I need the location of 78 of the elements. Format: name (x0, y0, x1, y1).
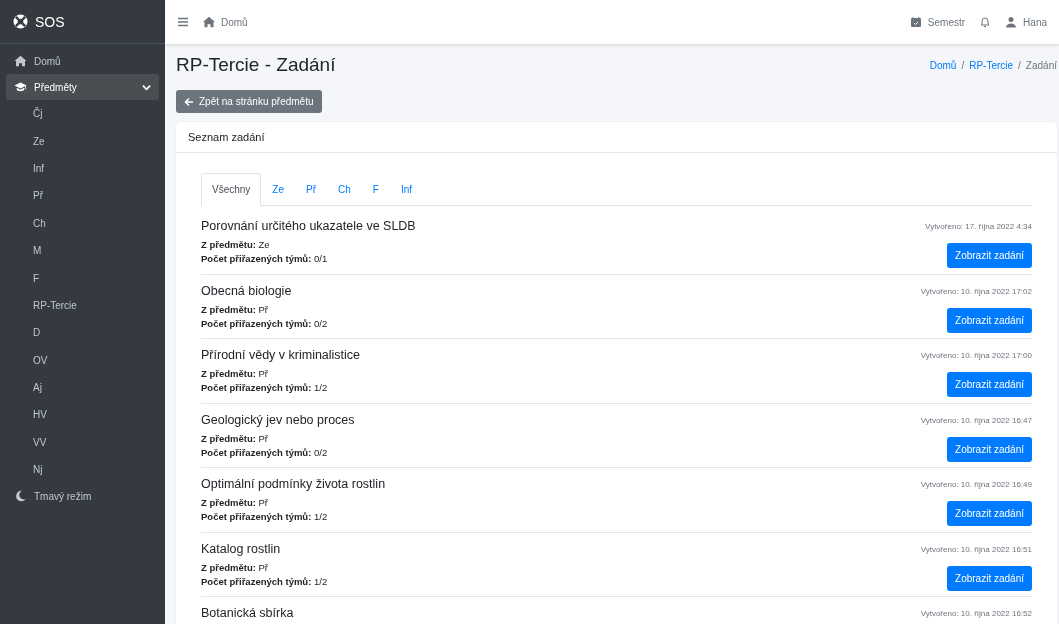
sidebar-subitem[interactable]: Př (6, 182, 159, 210)
created-date: Vytvořeno: 10. října 2022 16:51 (920, 543, 1032, 554)
assignment-subject: Z předmětu: Př (201, 367, 270, 381)
filter-tab[interactable]: Inf (389, 173, 424, 206)
breadcrumb-link[interactable]: Domů (929, 59, 957, 71)
arrow-left-icon (184, 96, 194, 107)
lifebuoy-icon (13, 14, 28, 29)
assignment-subject: Z předmětu: Ze (201, 238, 271, 252)
sidebar-subitem[interactable]: D (6, 319, 159, 347)
semester-button[interactable]: Semestr (909, 16, 966, 28)
filter-tab[interactable]: Ch (327, 173, 362, 206)
sidebar-subitem[interactable]: VV (6, 428, 159, 457)
page-title: RP-Tercie - Zadání (176, 54, 336, 76)
assignment-title: Optimální podmínky života rostlin (201, 477, 386, 491)
home-link[interactable]: Domů (203, 16, 248, 28)
show-assignment-button[interactable]: Zobrazit zadání (947, 436, 1032, 462)
assignment-title: Katalog rostlin (201, 541, 282, 556)
assigned-teams: Počet přiřazených týmů: 1/2 (201, 574, 328, 589)
sidebar-subitem[interactable]: OV (6, 346, 159, 374)
graduation-cap-icon (14, 81, 27, 93)
home-icon (203, 16, 215, 28)
bell-icon[interactable] (979, 16, 992, 28)
assignment-title: Přírodní vědy v kriminalistice (201, 348, 361, 362)
caret-icon (142, 82, 151, 92)
assignment-subject: Z předmětu: Př (201, 302, 270, 317)
moon-icon (14, 490, 27, 503)
assignment-title: Geologický jev nebo proces (201, 412, 355, 427)
filter-tab[interactable]: F (361, 173, 390, 206)
created-date: Vytvořeno: 10. října 2022 16:52 (920, 608, 1032, 618)
sidebar-subitem[interactable]: RP-Tercie (6, 291, 159, 320)
assignment-subject: Z předmětu: Př (201, 496, 270, 510)
sidebar-subitem[interactable]: Nj (6, 456, 159, 484)
assigned-teams: Počet přiřazených týmů: 0/1 (201, 252, 329, 266)
breadcrumb-separator: / (1018, 59, 1021, 71)
show-assignment-button[interactable]: Zobrazit zadání (947, 565, 1032, 591)
created-date: Vytvořeno: 10. října 2022 17:02 (920, 285, 1032, 296)
breadcrumb-link[interactable]: RP-Tercie (969, 59, 1014, 71)
user-menu[interactable]: Hana (1005, 16, 1047, 28)
sidebar-subitem[interactable]: Čj (6, 100, 159, 128)
created-date: Vytvořeno: 10. října 2022 17:00 (920, 350, 1032, 360)
card-title: Seznam zadání (176, 122, 1057, 153)
sidebar-subitem[interactable]: Ze (6, 127, 159, 155)
assignment-subject: Z předmětu: Př (201, 431, 270, 446)
sidebar-subitem[interactable]: Ch (6, 209, 159, 237)
show-assignment-button[interactable]: Zobrazit zadání (947, 501, 1032, 526)
assignment-title: Obecná biologie (201, 283, 293, 298)
sidebar-item[interactable]: Domů (6, 48, 159, 74)
sidebar-subitem[interactable]: Inf (6, 154, 159, 183)
filter-tab[interactable]: Všechny (201, 173, 262, 206)
sidebar-subitem[interactable]: M (6, 236, 159, 265)
created-date: Vytvořeno: 10. října 2022 16:47 (920, 414, 1032, 425)
assigned-teams: Počet přiřazených týmů: 0/2 (201, 445, 329, 460)
brand-title[interactable]: SOS (35, 13, 65, 30)
breadcrumb-current: Zadání (1025, 59, 1057, 71)
show-assignment-button[interactable]: Zobrazit zadání (947, 243, 1032, 268)
assigned-teams: Počet přiřazených týmů: 0/2 (201, 316, 328, 331)
show-assignment-button[interactable]: Zobrazit zadání (947, 307, 1032, 333)
created-date: Vytvořeno: 10. října 2022 16:49 (920, 479, 1032, 489)
assignment-title: Porovnání určitého ukazatele ve SLDB (201, 219, 416, 233)
sidebar-item[interactable]: Tmavý režim (6, 483, 159, 510)
assigned-teams: Počet přiřazených týmů: 1/2 (201, 510, 329, 524)
show-assignment-button[interactable]: Zobrazit zadání (947, 372, 1032, 397)
calendar-icon (909, 16, 922, 28)
assignment-title: Botanická sbírka (201, 606, 294, 620)
filter-tab[interactable]: Př (295, 173, 328, 206)
assignment-subject: Z předmětu: Př (201, 560, 270, 575)
assigned-teams: Počet přiřazených týmů: 1/2 (201, 381, 329, 395)
menu-icon[interactable] (177, 16, 189, 28)
breadcrumb-separator: / (961, 59, 965, 71)
created-date: Vytvořeno: 17. října 2022 4:34 (925, 221, 1032, 231)
user-icon (1005, 16, 1018, 28)
sidebar-subitem[interactable]: HV (6, 401, 159, 429)
filter-tab[interactable]: Ze (261, 173, 296, 206)
sidebar-item[interactable]: Předměty (6, 74, 159, 100)
sidebar-subitem[interactable]: F (6, 264, 159, 292)
sidebar-subitem[interactable]: Aj (6, 373, 159, 402)
back-button[interactable]: Zpět na stránku předmětu (176, 90, 322, 113)
home-icon (14, 55, 27, 67)
